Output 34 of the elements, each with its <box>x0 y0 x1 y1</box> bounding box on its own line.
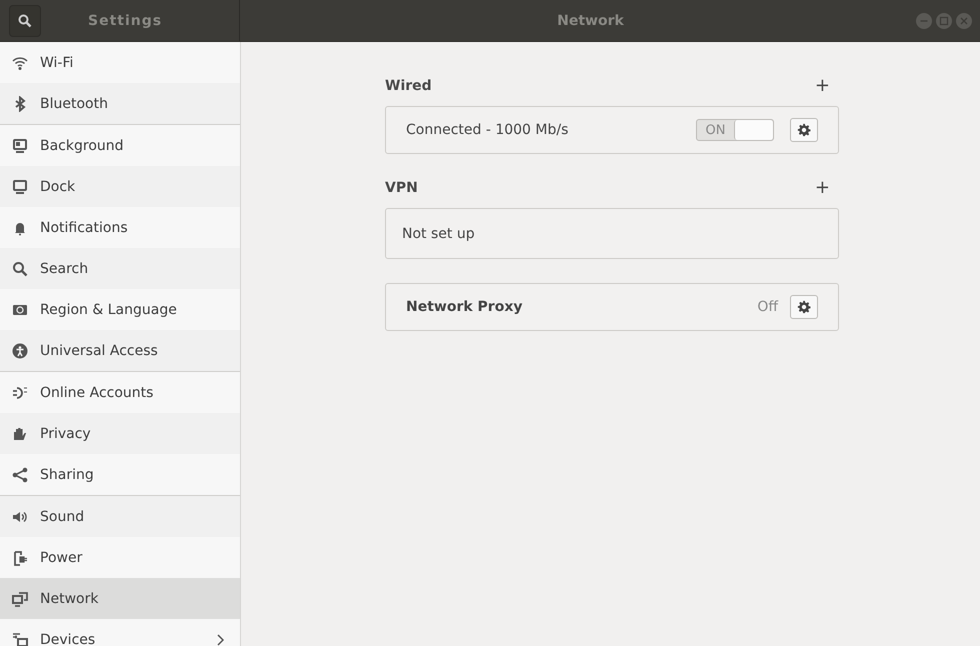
sidebar-title: Settings <box>88 12 162 28</box>
add-button[interactable]: + <box>806 179 839 197</box>
accounts-icon <box>12 384 28 400</box>
sidebar-item[interactable]: Network <box>0 578 240 619</box>
network-icon <box>12 590 28 606</box>
status-value: Off <box>757 299 778 315</box>
section-heading: VPN <box>385 180 418 196</box>
add-button[interactable]: + <box>806 77 839 95</box>
sidebar-item[interactable]: Universal Access <box>0 330 240 371</box>
share-icon <box>12 466 28 482</box>
monitor-icon <box>12 178 28 194</box>
settings-button[interactable] <box>790 118 818 142</box>
sidebar-item[interactable]: Bluetooth <box>0 83 240 124</box>
sidebar-item[interactable]: Sound <box>0 496 240 537</box>
sidebar-item[interactable]: Search <box>0 248 240 289</box>
monitor-icon <box>12 138 28 154</box>
devices-icon <box>12 632 28 646</box>
section-heading: Wired <box>385 78 432 94</box>
battery-plug-icon <box>12 550 28 566</box>
accessibility-icon <box>12 342 28 358</box>
hand-icon <box>12 426 28 442</box>
wifi-icon <box>12 54 28 70</box>
sidebar-item[interactable]: Dock <box>0 166 240 207</box>
settings-button[interactable] <box>790 295 818 319</box>
row-label: Network Proxy <box>406 299 524 315</box>
search-icon <box>18 14 32 28</box>
sidebar-item[interactable]: Privacy <box>0 413 240 454</box>
settings-icon <box>797 300 811 314</box>
row-label: Connected - 1000 Mb/s <box>406 122 570 138</box>
window-title: Network <box>556 12 625 28</box>
empty-message: Not set up <box>402 226 476 242</box>
search-button[interactable] <box>9 4 41 36</box>
settings-icon <box>797 123 811 137</box>
search-icon <box>12 260 28 276</box>
